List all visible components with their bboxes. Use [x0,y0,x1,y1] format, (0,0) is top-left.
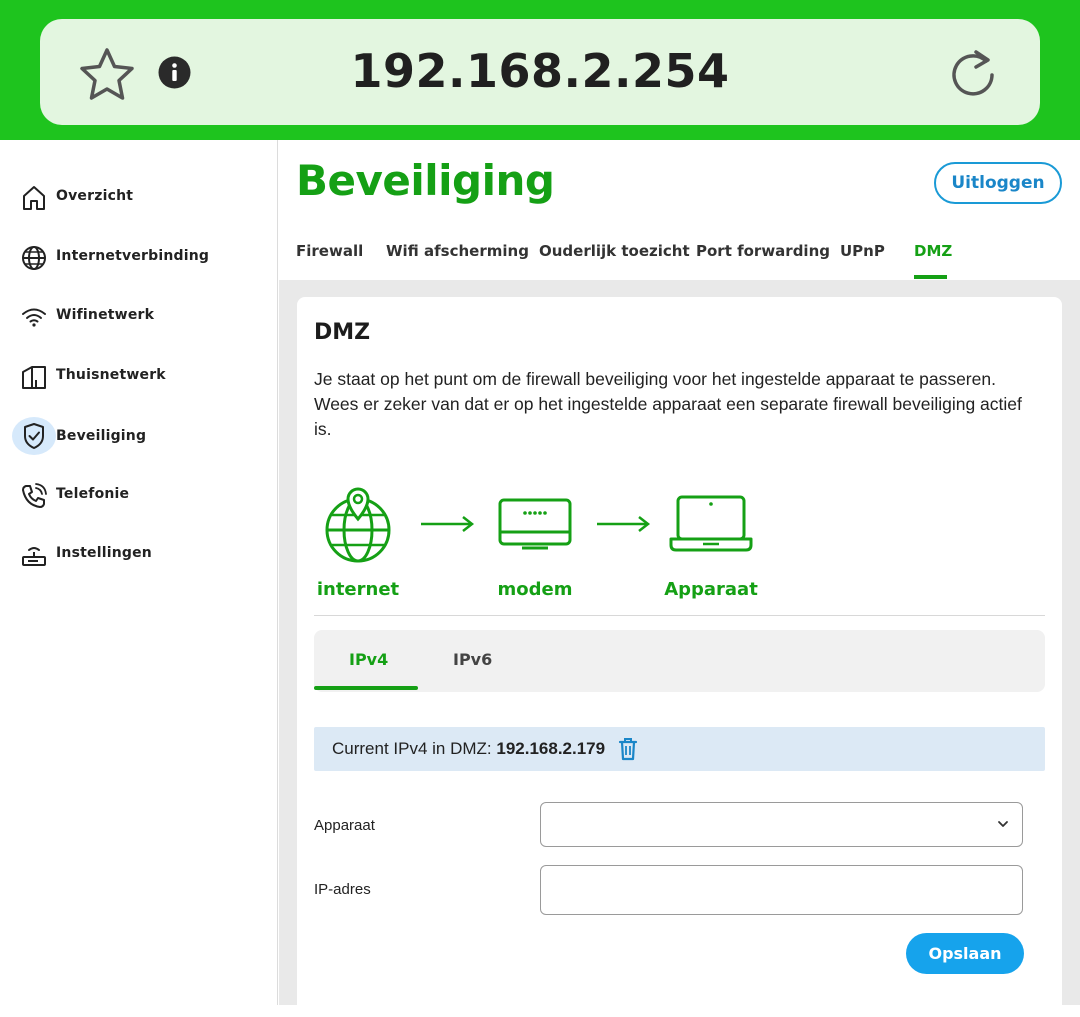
wifi-icon [20,303,48,331]
internet-label: internet [316,579,400,600]
modem-label: modem [497,579,573,600]
dmz-current-ip-label: Current IPv4 in DMZ: [332,739,497,758]
ip-version-tabs: IPv4 IPv6 [314,630,1045,692]
card-description: Je staat op het punt om de firewall beve… [314,369,1022,439]
globe-pin-icon [325,487,391,563]
arrow-right-icon [597,516,651,532]
modem-icon [498,498,572,550]
page-title: Beveiliging [296,156,555,205]
ip-field-label: IP-adres [314,881,371,898]
sidebar-item-telefonie[interactable]: Telefonie [0,474,278,518]
tab-ipv4[interactable]: IPv4 [349,650,388,669]
phone-icon [20,482,48,510]
sidebar-item-label: Internetverbinding [56,248,210,264]
sidebar-item-label: Instellingen [56,545,152,561]
save-button[interactable]: Opslaan [906,933,1024,974]
shield-check-icon [12,417,56,455]
sidebar: Overzicht Internetverbinding Wifinetwerk… [0,140,278,1005]
dmz-current-ip-text: Current IPv4 in DMZ: 192.168.2.179 [332,739,605,759]
tab-ouderlijk-toezicht[interactable]: Ouderlijk toezicht [539,242,690,260]
arrow-right-icon [421,516,475,532]
main-content: Beveiliging Uitloggen Firewall Wifi afsc… [279,140,1080,1017]
sidebar-item-thuisnetwerk[interactable]: Thuisnetwerk [0,355,278,399]
tab-ipv6[interactable]: IPv6 [453,650,492,669]
sidebar-item-label: Beveiliging [56,428,147,444]
page-header: Beveiliging Uitloggen Firewall Wifi afsc… [279,140,1080,280]
divider [314,615,1045,616]
dmz-current-ip-value: 192.168.2.179 [496,739,606,758]
tab-wifi-afscherming[interactable]: Wifi afscherming [386,242,529,260]
home-icon [20,184,48,212]
laptop-icon [669,495,753,552]
sidebar-item-beveiliging[interactable]: Beveiliging [0,417,278,461]
dmz-current-ip-banner: Current IPv4 in DMZ: 192.168.2.179 [314,727,1045,771]
logout-button[interactable]: Uitloggen [934,162,1062,204]
card-title: DMZ [314,320,371,345]
sidebar-item-wifinetwerk[interactable]: Wifinetwerk [0,295,278,339]
house-network-icon [20,363,48,391]
sidebar-item-instellingen[interactable]: Instellingen [0,533,278,577]
tab-port-forwarding[interactable]: Port forwarding [696,242,830,260]
tab-dmz[interactable]: DMZ [914,242,952,260]
active-tab-indicator [914,275,947,279]
trash-icon[interactable] [617,737,639,761]
chevron-down-icon [998,821,1008,827]
sidebar-item-label: Thuisnetwerk [56,367,166,383]
dmz-card: DMZ Je staat op het punt om de firewall … [297,297,1062,1017]
ip-address-input[interactable] [540,865,1023,915]
url-text[interactable]: 192.168.2.254 [0,44,1080,98]
sidebar-item-label: Wifinetwerk [56,307,155,323]
tab-firewall[interactable]: Firewall [296,242,363,260]
browser-toolbar: 192.168.2.254 [0,0,1080,140]
sidebar-item-internetverbinding[interactable]: Internetverbinding [0,236,278,280]
sidebar-item-label: Overzicht [56,188,134,204]
sidebar-item-overzicht[interactable]: Overzicht [0,176,278,220]
device-label: Apparaat [664,579,758,600]
tab-upnp[interactable]: UPnP [840,242,885,260]
device-select[interactable] [540,802,1023,847]
device-field-label: Apparaat [314,817,375,834]
reload-icon[interactable] [946,47,1000,101]
active-ip-tab-indicator [314,686,418,690]
router-icon [20,541,48,569]
globe-icon [20,244,48,272]
sidebar-item-label: Telefonie [56,486,130,502]
